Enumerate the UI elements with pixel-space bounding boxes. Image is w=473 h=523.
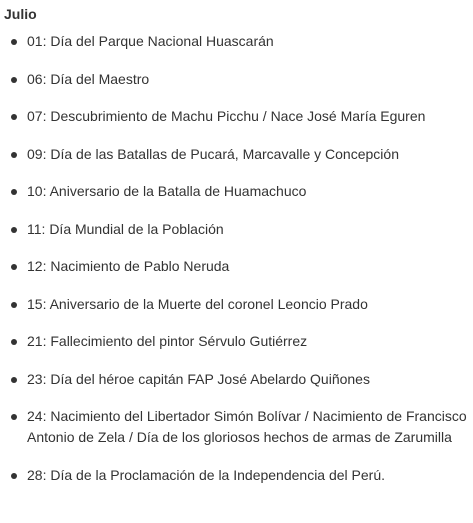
bullet-icon [11,339,17,345]
list-item-text: 28: Día de la Proclamación de la Indepen… [27,466,386,483]
list-item-text: 21: Fallecimiento del pintor Sérvulo Gut… [27,333,308,349]
list-item: 23: Día del héroe capitán FAP José Abela… [4,369,469,390]
list-item: 06: Día del Maestro [4,69,469,90]
list-item-text: 06: Día del Maestro [27,70,150,87]
list-item-text: 11: Día Mundial de la Población [27,220,224,237]
list-item: 21: Fallecimiento del pintor Sérvulo Gut… [4,331,469,352]
bullet-icon [11,76,17,83]
events-list: 01: Día del Parque Nacional Huascarán 06… [4,31,469,486]
list-item: 28: Día de la Proclamación de la Indepen… [4,465,469,486]
list-item: 10: Aniversario de la Batalla de Huamach… [4,181,469,202]
list-item-text: 09: Día de las Batallas de Pucará, Marca… [27,145,399,162]
list-item-text: 15: Aniversario de la Muerte del coronel… [27,295,368,312]
bullet-icon [11,264,17,270]
bullet-icon [11,226,17,233]
bullet-icon [11,151,17,158]
bullet-icon [11,39,17,45]
list-item: 09: Día de las Batallas de Pucará, Marca… [4,144,469,165]
bullet-icon [11,301,17,308]
bullet-icon [11,114,17,120]
bullet-icon [11,472,17,479]
list-item-text: 24: Nacimiento del Libertador Simón Bolí… [27,408,467,445]
list-item: 07: Descubrimiento de Machu Picchu / Nac… [4,106,469,127]
list-item-text: 10: Aniversario de la Batalla de Huamach… [27,183,307,199]
list-item-text: 12: Nacimiento de Pablo Neruda [27,258,230,274]
list-item: 01: Día del Parque Nacional Huascarán [4,31,469,52]
list-item-text: 23: Día del héroe capitán FAP José Abela… [27,370,370,387]
list-item-text: 07: Descubrimiento de Machu Picchu / Nac… [27,108,426,124]
list-item: 11: Día Mundial de la Población [4,219,469,240]
list-item-text: 01: Día del Parque Nacional Huascarán [27,33,274,49]
bullet-icon [11,376,17,383]
list-item: 24: Nacimiento del Libertador Simón Bolí… [4,406,469,448]
july-commemorations-section: Julio 01: Día del Parque Nacional Huasca… [0,0,473,523]
list-item: 12: Nacimiento de Pablo Neruda [4,256,469,277]
month-heading: Julio [4,6,37,22]
bullet-icon [11,414,17,420]
list-item: 15: Aniversario de la Muerte del coronel… [4,294,469,315]
bullet-icon [11,189,17,195]
